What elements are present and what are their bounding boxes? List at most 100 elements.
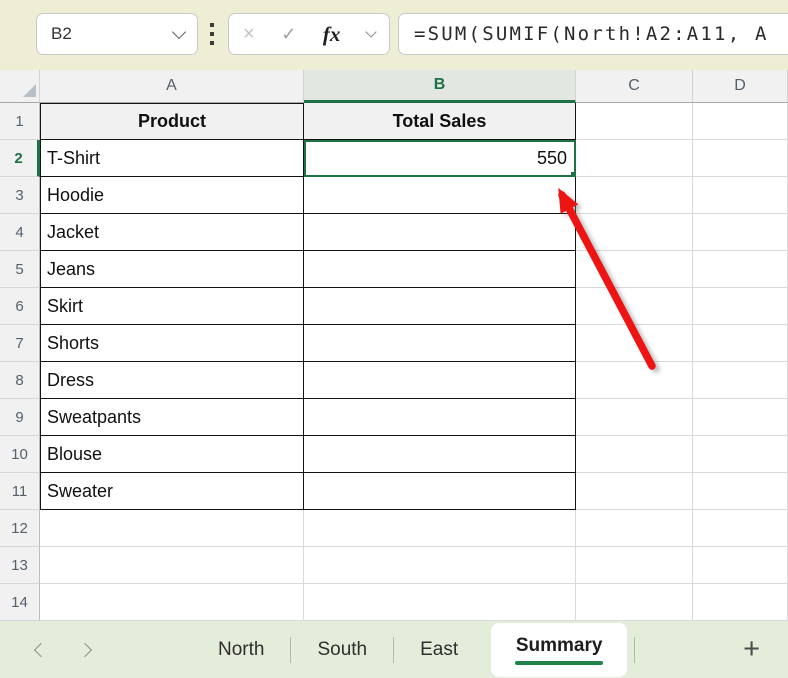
- cell-C5[interactable]: [576, 251, 693, 288]
- cell-B3[interactable]: [304, 177, 576, 214]
- column-header-c[interactable]: C: [576, 70, 693, 103]
- cell-C12[interactable]: [576, 510, 693, 547]
- column-header-b-selected[interactable]: B: [304, 70, 576, 103]
- insert-function-icon[interactable]: fx: [323, 24, 341, 45]
- row-header-9[interactable]: 9: [0, 399, 40, 436]
- corner-triangle-icon: [23, 84, 36, 97]
- chevron-down-icon[interactable]: [365, 26, 376, 37]
- confirm-icon[interactable]: ✓: [281, 25, 296, 43]
- cell-D14[interactable]: [693, 584, 788, 621]
- chevron-right-icon: [78, 642, 92, 656]
- cell-D7[interactable]: [693, 325, 788, 362]
- select-all-button[interactable]: [0, 70, 40, 103]
- cell-B13[interactable]: [304, 547, 576, 584]
- cell-A6[interactable]: Skirt: [40, 288, 304, 325]
- cell-A7[interactable]: Shorts: [40, 325, 304, 362]
- fill-handle[interactable]: [570, 171, 576, 177]
- cell-A2[interactable]: T-Shirt: [40, 140, 304, 177]
- cell-A8[interactable]: Dress: [40, 362, 304, 399]
- grid-row-7: 7 Shorts: [0, 325, 788, 362]
- cell-D13[interactable]: [693, 547, 788, 584]
- cell-D10[interactable]: [693, 436, 788, 473]
- cell-D2[interactable]: [693, 140, 788, 177]
- cell-D12[interactable]: [693, 510, 788, 547]
- cell-B2-selected[interactable]: 550: [304, 140, 576, 177]
- row-header-11[interactable]: 11: [0, 473, 40, 510]
- row-header-1[interactable]: 1: [0, 103, 40, 140]
- tab-north[interactable]: North: [192, 639, 290, 661]
- cell-D6[interactable]: [693, 288, 788, 325]
- row-header-8[interactable]: 8: [0, 362, 40, 399]
- cell-A9[interactable]: Sweatpants: [40, 399, 304, 436]
- cell-A13[interactable]: [40, 547, 304, 584]
- formula-bar-handle-icon[interactable]: [210, 23, 214, 45]
- cell-B7[interactable]: [304, 325, 576, 362]
- cell-C1[interactable]: [576, 103, 693, 140]
- formula-input[interactable]: =SUM(SUMIF(North!A2:A11, A: [398, 13, 788, 55]
- cell-C3[interactable]: [576, 177, 693, 214]
- formula-text: =SUM(SUMIF(North!A2:A11, A: [414, 23, 769, 45]
- cell-C8[interactable]: [576, 362, 693, 399]
- cell-C2[interactable]: [576, 140, 693, 177]
- cell-A11[interactable]: Sweater: [40, 473, 304, 510]
- tab-south[interactable]: South: [291, 639, 393, 661]
- tab-east[interactable]: East: [394, 639, 484, 661]
- row-header-3[interactable]: 3: [0, 177, 40, 214]
- cell-C10[interactable]: [576, 436, 693, 473]
- row-header-7[interactable]: 7: [0, 325, 40, 362]
- chevron-down-icon[interactable]: [172, 24, 186, 38]
- cell-C4[interactable]: [576, 214, 693, 251]
- cell-B4[interactable]: [304, 214, 576, 251]
- cell-B14[interactable]: [304, 584, 576, 621]
- cell-B8[interactable]: [304, 362, 576, 399]
- cell-B11[interactable]: [304, 473, 576, 510]
- tabs-prev-button[interactable]: [34, 643, 48, 657]
- cell-D8[interactable]: [693, 362, 788, 399]
- row-header-14[interactable]: 14: [0, 584, 40, 621]
- cell-B9[interactable]: [304, 399, 576, 436]
- cell-B1[interactable]: Total Sales: [304, 103, 576, 140]
- grid-row-3: 3 Hoodie: [0, 177, 788, 214]
- cancel-icon[interactable]: ×: [243, 24, 255, 44]
- cell-C13[interactable]: [576, 547, 693, 584]
- cell-D4[interactable]: [693, 214, 788, 251]
- row-header-2-selected[interactable]: 2: [0, 140, 40, 177]
- cell-A3[interactable]: Hoodie: [40, 177, 304, 214]
- row-header-4[interactable]: 4: [0, 214, 40, 251]
- cell-C14[interactable]: [576, 584, 693, 621]
- cell-D11[interactable]: [693, 473, 788, 510]
- tab-summary-active[interactable]: Summary: [491, 623, 627, 677]
- cell-C9[interactable]: [576, 399, 693, 436]
- cell-A12[interactable]: [40, 510, 304, 547]
- row-header-10[interactable]: 10: [0, 436, 40, 473]
- row-header-6[interactable]: 6: [0, 288, 40, 325]
- column-header-d[interactable]: D: [693, 70, 788, 103]
- add-sheet-button[interactable]: +: [743, 635, 760, 664]
- row-header-12[interactable]: 12: [0, 510, 40, 547]
- cell-C11[interactable]: [576, 473, 693, 510]
- column-header-a[interactable]: A: [40, 70, 304, 103]
- grid-row-2: 2 T-Shirt 550: [0, 140, 788, 177]
- cell-C7[interactable]: [576, 325, 693, 362]
- cell-C6[interactable]: [576, 288, 693, 325]
- cell-A4[interactable]: Jacket: [40, 214, 304, 251]
- spreadsheet-app: B2 × ✓ fx =SUM(SUMIF(North!A2:A11, A A B…: [0, 0, 788, 678]
- cell-D1[interactable]: [693, 103, 788, 140]
- cell-B10[interactable]: [304, 436, 576, 473]
- grid-row-10: 10 Blouse: [0, 436, 788, 473]
- cell-B5[interactable]: [304, 251, 576, 288]
- cell-A5[interactable]: Jeans: [40, 251, 304, 288]
- cell-B6[interactable]: [304, 288, 576, 325]
- cell-D5[interactable]: [693, 251, 788, 288]
- name-box[interactable]: B2: [36, 13, 198, 55]
- cell-D3[interactable]: [693, 177, 788, 214]
- tabs-next-button[interactable]: [78, 643, 92, 657]
- row-header-13[interactable]: 13: [0, 547, 40, 584]
- cell-D9[interactable]: [693, 399, 788, 436]
- tab-divider: [634, 637, 635, 663]
- cell-A10[interactable]: Blouse: [40, 436, 304, 473]
- cell-A14[interactable]: [40, 584, 304, 621]
- cell-A1[interactable]: Product: [40, 103, 304, 140]
- row-header-5[interactable]: 5: [0, 251, 40, 288]
- cell-B12[interactable]: [304, 510, 576, 547]
